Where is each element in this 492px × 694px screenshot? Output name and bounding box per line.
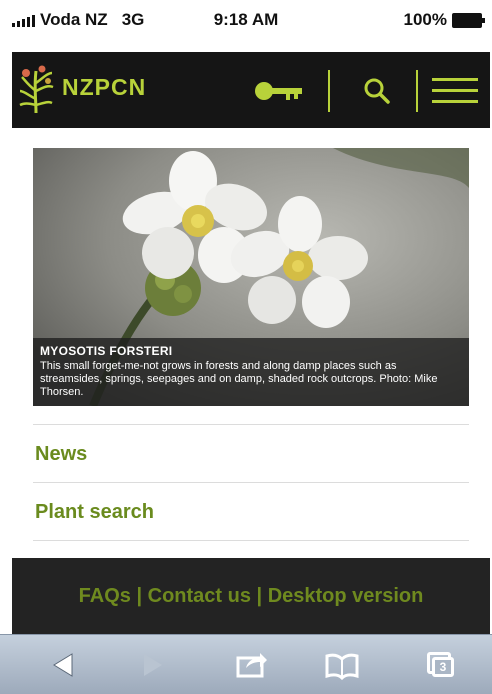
battery-status: 100% — [403, 10, 485, 30]
fern-logo-icon[interactable] — [16, 61, 56, 117]
divider — [33, 540, 469, 541]
hero-title: MYOSOTIS FORSTERI — [40, 344, 173, 358]
battery-icon — [452, 12, 485, 28]
status-bar: Voda NZ 3G 9:18 AM 100% — [0, 0, 492, 40]
site-brand[interactable]: NZPCN — [62, 74, 146, 101]
menu-icon[interactable] — [432, 78, 478, 106]
header-divider — [328, 70, 330, 112]
footer-separator: | — [130, 584, 148, 607]
news-link[interactable]: News — [33, 424, 469, 480]
desktop-version-link[interactable]: Desktop version — [268, 585, 424, 608]
hero-caption-text: This small forget-me-not grows in forest… — [40, 360, 438, 398]
plant-search-link[interactable]: Plant search — [33, 482, 469, 538]
hero-banner[interactable]: MYOSOTIS FORSTERI This small forget-me-n… — [33, 148, 469, 406]
back-icon[interactable] — [50, 650, 76, 680]
tabs-button[interactable]: 3 — [425, 650, 457, 680]
contact-link[interactable]: Contact us — [148, 585, 251, 608]
share-icon[interactable] — [236, 650, 268, 680]
site-header: NZPCN — [12, 52, 490, 128]
tab-count: 3 — [432, 657, 454, 677]
hero-caption: MYOSOTIS FORSTERI This small forget-me-n… — [33, 338, 469, 406]
battery-percent: 100% — [403, 10, 447, 29]
key-icon[interactable] — [252, 76, 312, 106]
forward-icon[interactable] — [140, 650, 166, 680]
faqs-link[interactable]: FAQs — [79, 585, 131, 608]
footer-separator: | — [250, 584, 268, 607]
header-divider — [416, 70, 418, 112]
browser-toolbar: 3 — [0, 634, 492, 694]
site-footer: FAQs | Contact us | Desktop version — [12, 558, 490, 634]
bookmarks-icon[interactable] — [324, 650, 360, 680]
search-icon[interactable] — [362, 76, 392, 106]
